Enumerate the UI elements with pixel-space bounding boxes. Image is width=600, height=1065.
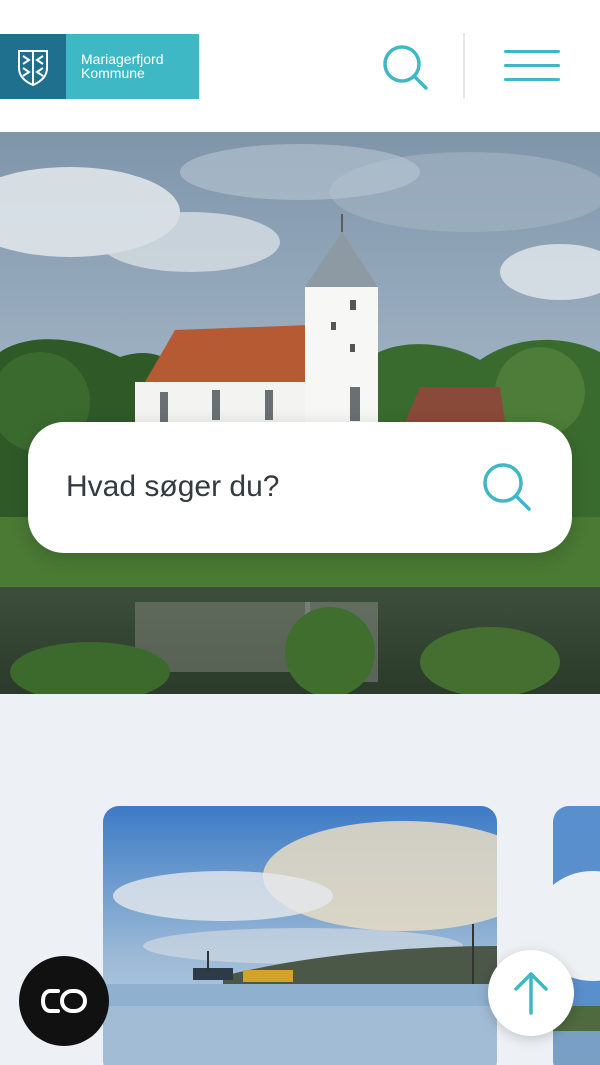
arrow-up-icon — [514, 972, 548, 1015]
harbor-landscape-photo — [103, 806, 497, 1065]
logo-link[interactable]: Mariagerfjord Kommune — [0, 34, 199, 99]
logo-text: Mariagerfjord Kommune — [66, 34, 199, 99]
hero-banner: Hvad søger du? — [0, 132, 600, 694]
menu-button[interactable] — [500, 46, 564, 86]
hero-search-box[interactable]: Hvad søger du? — [28, 422, 572, 553]
search-icon — [383, 45, 428, 90]
chat-widget-icon — [40, 989, 87, 1013]
coat-of-arms-icon — [0, 34, 66, 99]
chat-widget-button[interactable] — [19, 956, 109, 1046]
back-to-top-button[interactable] — [488, 950, 574, 1036]
teaser-card[interactable] — [103, 806, 497, 1065]
hero-image — [0, 132, 600, 694]
search-submit-icon[interactable] — [480, 460, 534, 514]
search-input[interactable]: Hvad søger du? — [66, 470, 279, 504]
coast-landscape-photo — [553, 806, 600, 1065]
logo-line-1: Mariagerfjord — [81, 51, 164, 67]
header-divider — [463, 33, 465, 99]
logo-line-2: Kommune — [81, 65, 145, 81]
site-header: Mariagerfjord Kommune — [0, 0, 600, 132]
teaser-card-next[interactable] — [553, 806, 600, 1065]
header-search-button[interactable] — [380, 42, 432, 92]
